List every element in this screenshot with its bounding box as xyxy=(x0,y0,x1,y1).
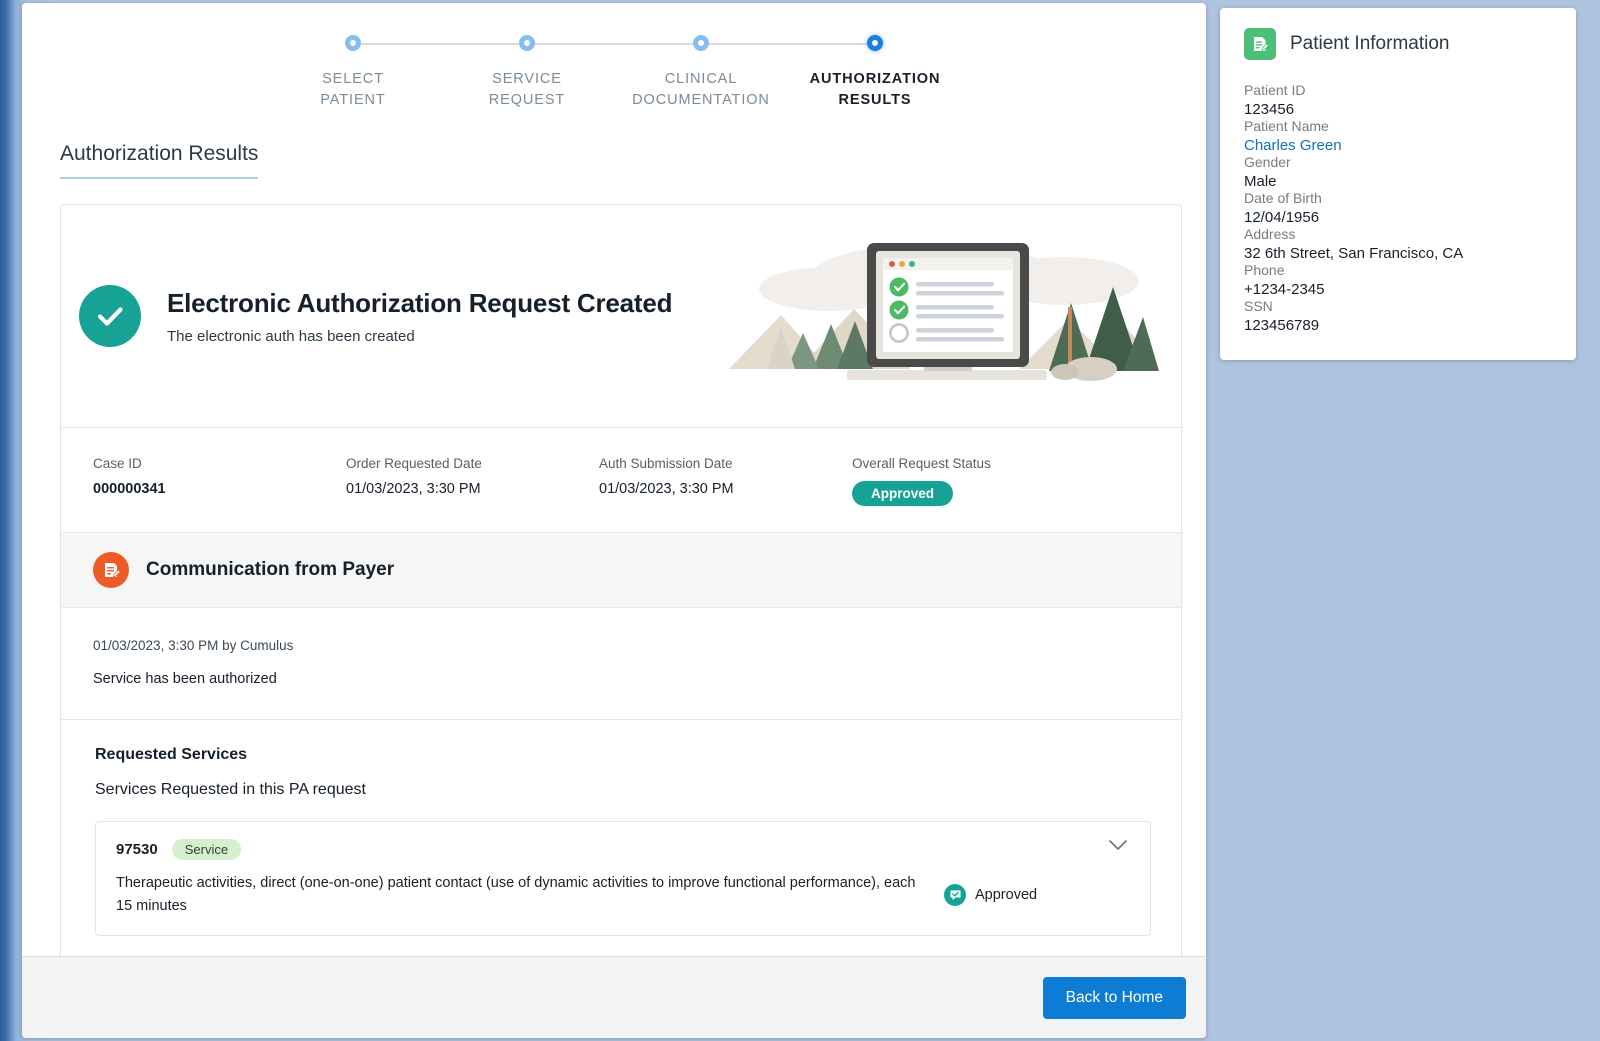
application-window: SELECT PATIENT SERVICE REQUEST CLINICAL … xyxy=(22,3,1206,1038)
patient-field-label: Patient Name xyxy=(1244,118,1329,134)
step-connector xyxy=(353,43,527,45)
step-connector xyxy=(527,43,701,45)
status-badge: Approved xyxy=(852,481,954,507)
step-select-patient[interactable]: SELECT PATIENT xyxy=(266,29,527,110)
payer-message: 01/03/2023, 3:30 PM by Cumulus Service h… xyxy=(61,608,1181,721)
note-document-icon xyxy=(93,552,129,589)
patient-field-value: 123456789 xyxy=(1244,317,1320,334)
step-dot-icon xyxy=(867,35,883,51)
back-to-home-button[interactable]: Back to Home xyxy=(1042,976,1186,1019)
authorization-result-card: Electronic Authorization Request Created… xyxy=(60,204,1182,956)
patient-field-label: SSN xyxy=(1244,298,1273,314)
page-title-container: Authorization Results xyxy=(22,120,1206,180)
patient-field-label: Gender xyxy=(1244,154,1291,170)
meta-label: Overall Request Status xyxy=(852,456,991,472)
patient-field-value: 123456 xyxy=(1244,101,1295,118)
hero-title: Electronic Authorization Request Created xyxy=(167,287,673,318)
meta-label: Auth Submission Date xyxy=(599,456,733,472)
hero-section: Electronic Authorization Request Created… xyxy=(61,205,1181,427)
service-description: Therapeutic activities, direct (one-on-o… xyxy=(116,875,916,914)
patient-field-address: Address 32 6th Street, San Francisco, CA xyxy=(1244,226,1552,262)
window-footer: Back to Home xyxy=(22,956,1206,1038)
service-item-header: 97530 Service xyxy=(116,839,1130,861)
patient-field-patient-name: Patient Name Charles Green xyxy=(1244,118,1552,154)
patient-field-value: Male xyxy=(1244,173,1277,190)
meta-value: 000000341 xyxy=(93,481,166,498)
service-type-badge: Service xyxy=(171,839,242,861)
requested-services-title: Requested Services xyxy=(95,746,248,764)
step-connector xyxy=(701,43,875,45)
step-dot-icon xyxy=(693,35,709,51)
requested-services-section: Requested Services Services Requested in… xyxy=(61,720,1181,956)
patient-field-label: Date of Birth xyxy=(1244,190,1322,206)
step-service-request[interactable]: SERVICE REQUEST xyxy=(440,29,701,110)
progress-steps: SELECT PATIENT SERVICE REQUEST CLINICAL … xyxy=(266,29,962,110)
requested-services-subtitle: Services Requested in this PA request xyxy=(95,781,366,799)
payer-section-title: Communication from Payer xyxy=(146,559,395,581)
step-label: CLINICAL DOCUMENTATION xyxy=(632,71,770,108)
patient-name-link[interactable]: Charles Green xyxy=(1244,137,1552,154)
patient-field-value: 32 6th Street, San Francisco, CA xyxy=(1244,245,1464,262)
status-badge-container: Approved xyxy=(852,481,1105,507)
step-dot-row xyxy=(266,29,527,57)
meta-overall-request-status: Overall Request Status Approved xyxy=(852,456,1105,507)
step-authorization-results[interactable]: AUTHORIZATION RESULTS xyxy=(788,29,962,110)
meta-value: 01/03/2023, 3:30 PM xyxy=(599,481,734,498)
service-item-body: Therapeutic activities, direct (one-on-o… xyxy=(116,872,1130,917)
patient-field-gender: Gender Male xyxy=(1244,154,1552,190)
laptop-checklist-landscape-illustration xyxy=(719,229,1159,404)
payer-message-body: Service has been authorized xyxy=(93,671,277,688)
approved-check-icon xyxy=(944,884,966,907)
meta-label: Order Requested Date xyxy=(346,456,482,472)
authorization-meta-row: Case ID 000000341 Order Requested Date 0… xyxy=(61,427,1181,532)
patient-panel-title: Patient Information xyxy=(1290,33,1450,54)
step-dot-icon xyxy=(345,35,361,51)
service-list-item[interactable]: 97530 Service Therapeutic activities, di… xyxy=(95,821,1151,937)
chevron-down-icon[interactable] xyxy=(1108,839,1128,857)
patient-field-label: Phone xyxy=(1244,262,1285,278)
meta-case-id: Case ID 000000341 xyxy=(93,456,346,506)
payer-message-meta: 01/03/2023, 3:30 PM by Cumulus xyxy=(93,638,294,654)
step-label: AUTHORIZATION RESULTS xyxy=(809,71,941,108)
patient-field-value: 12/04/1956 xyxy=(1244,209,1320,226)
window-content: SELECT PATIENT SERVICE REQUEST CLINICAL … xyxy=(22,3,1206,956)
patient-field-label: Patient ID xyxy=(1244,82,1306,98)
hero-text: Electronic Authorization Request Created… xyxy=(167,288,719,345)
meta-order-requested-date: Order Requested Date 01/03/2023, 3:30 PM xyxy=(346,456,599,506)
service-status: Approved xyxy=(944,884,1038,907)
meta-label: Case ID xyxy=(93,456,142,472)
patient-document-icon xyxy=(1244,28,1276,60)
patient-field-ssn: SSN 123456789 xyxy=(1244,298,1552,334)
meta-auth-submission-date: Auth Submission Date 01/03/2023, 3:30 PM xyxy=(599,456,852,506)
patient-panel-header: Patient Information xyxy=(1244,28,1552,60)
service-code: 97530 xyxy=(116,841,158,859)
patient-field-patient-id: Patient ID 123456 xyxy=(1244,82,1552,118)
patient-field-date-of-birth: Date of Birth 12/04/1956 xyxy=(1244,190,1552,226)
meta-value: 01/03/2023, 3:30 PM xyxy=(346,481,481,498)
step-clinical-documentation[interactable]: CLINICAL DOCUMENTATION xyxy=(614,29,875,110)
patient-field-value: +1234-2345 xyxy=(1244,281,1325,298)
patient-information-panel: Patient Information Patient ID 123456 Pa… xyxy=(1220,8,1576,360)
service-status-label: Approved xyxy=(975,887,1038,904)
step-label: SERVICE REQUEST xyxy=(488,71,566,108)
progress-tracker: SELECT PATIENT SERVICE REQUEST CLINICAL … xyxy=(22,3,1206,120)
patient-field-phone: Phone +1234-2345 xyxy=(1244,262,1552,298)
check-circle-icon xyxy=(79,285,141,348)
step-dot-icon xyxy=(519,35,535,51)
patient-field-label: Address xyxy=(1244,226,1296,242)
hero-subtitle: The electronic auth has been created xyxy=(167,327,415,345)
page-title: Authorization Results xyxy=(60,142,259,180)
payer-communication-header: Communication from Payer xyxy=(61,532,1181,609)
step-label: SELECT PATIENT xyxy=(320,71,386,108)
